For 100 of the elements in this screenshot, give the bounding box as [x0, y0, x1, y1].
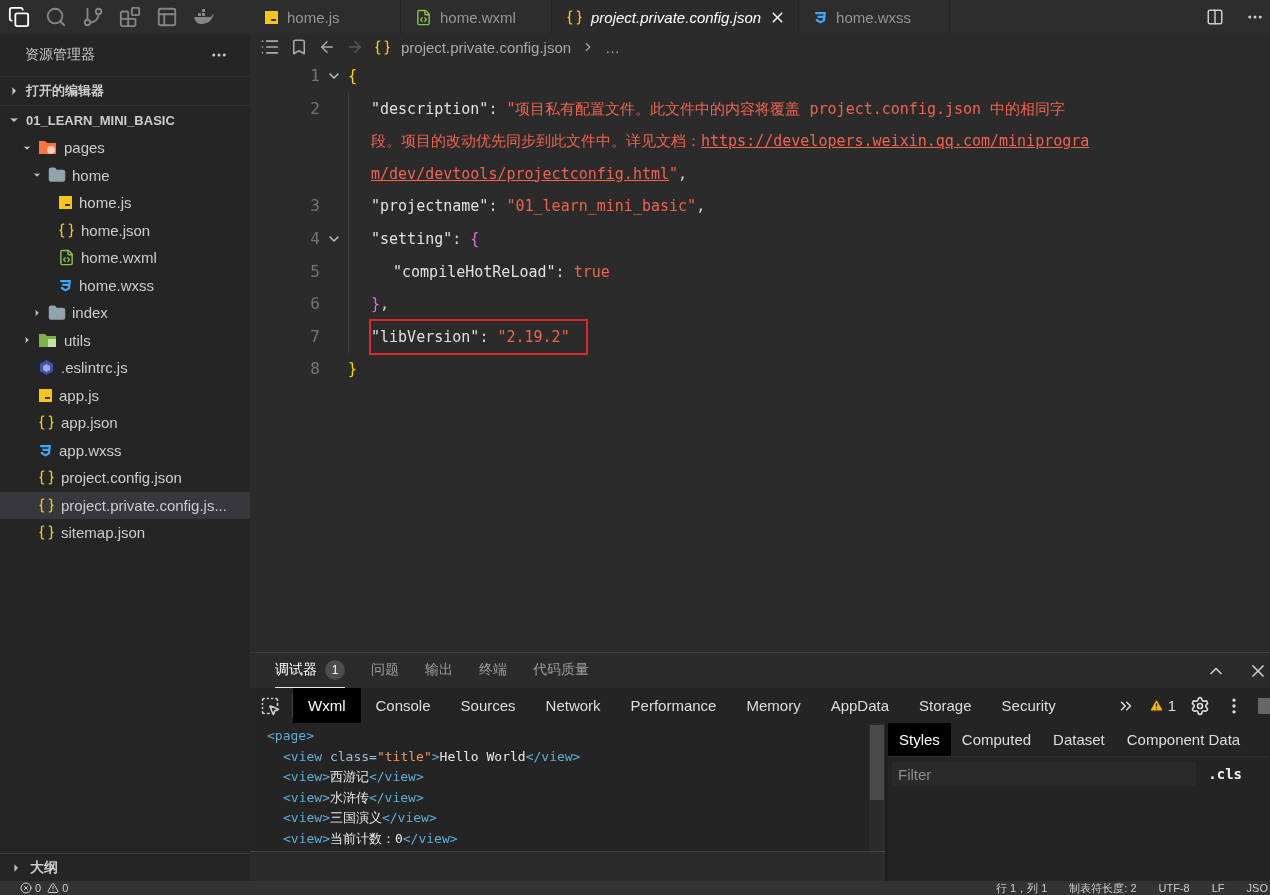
- highlighted-code-line: "libVersion": "2.19.2": [371, 320, 586, 354]
- panel-tab[interactable]: 问题: [371, 653, 399, 688]
- status-item[interactable]: 行 1，列 1: [996, 881, 1048, 895]
- line-number: 4: [309, 227, 320, 250]
- panel-tab[interactable]: 输出: [425, 653, 453, 688]
- split-editor-icon[interactable]: [1206, 8, 1224, 26]
- code-line: },: [371, 294, 390, 316]
- status-item[interactable]: LF: [1211, 881, 1225, 895]
- warning-count[interactable]: 0: [47, 881, 69, 895]
- braces-icon: [38, 496, 55, 514]
- devtools-tab[interactable]: Performance: [615, 688, 732, 723]
- js-file-icon: [38, 387, 53, 403]
- devtools-tab[interactable]: Console: [360, 688, 446, 723]
- count-badge: 1: [325, 660, 345, 680]
- whale-icon[interactable]: [193, 9, 215, 25]
- settings-icon[interactable]: [1190, 695, 1210, 716]
- status-item[interactable]: UTF-8: [1158, 881, 1190, 895]
- code-file-icon: [415, 8, 432, 26]
- cls-toggle[interactable]: .cls: [1208, 766, 1266, 782]
- file-tree-item[interactable]: index: [0, 299, 250, 327]
- markup-line: <view class="title">Hello World</view>: [282, 747, 582, 766]
- warning-count[interactable]: 1: [1148, 697, 1176, 714]
- code-file-icon: [58, 249, 75, 267]
- inspect-icon[interactable]: [260, 695, 280, 716]
- breadcrumb[interactable]: project.private.config.json: [401, 38, 572, 56]
- markup-line: <view>当前计数：0</view>: [282, 829, 459, 848]
- folder-icon: [38, 139, 58, 157]
- search-icon[interactable]: [45, 6, 67, 28]
- styles-tab[interactable]: Component Data: [1115, 723, 1252, 756]
- devtools-tab[interactable]: Storage: [904, 688, 987, 723]
- panel-icon[interactable]: [156, 6, 178, 28]
- file-tree-item[interactable]: home.wxss: [0, 271, 250, 299]
- file-tree-item[interactable]: app.js: [0, 381, 250, 409]
- list-icon[interactable]: [260, 37, 280, 57]
- file-tree-item[interactable]: home: [0, 161, 250, 189]
- sidebar-title: 资源管理器: [25, 46, 95, 64]
- js-file-icon: [58, 195, 73, 211]
- styles-tab[interactable]: Dataset: [1042, 723, 1116, 756]
- panel-tab[interactable]: 代码质量: [533, 653, 589, 688]
- file-tree-item[interactable]: app.wxss: [0, 436, 250, 464]
- file-tree-item[interactable]: pages: [0, 134, 250, 162]
- status-item[interactable]: JSO: [1246, 881, 1268, 895]
- braces-icon: [38, 414, 55, 432]
- folder-icon: [38, 331, 58, 349]
- code-line: "setting": {: [371, 228, 480, 250]
- file-tree-item[interactable]: utils: [0, 326, 250, 354]
- css-file-icon: [813, 9, 829, 25]
- section-header[interactable]: 打开的编辑器: [0, 76, 250, 105]
- file-tree-item[interactable]: home.wxml: [0, 244, 250, 272]
- devtools-tab[interactable]: Security: [986, 688, 1071, 723]
- code-line: "compileHotReLoad": true: [393, 261, 610, 283]
- file-tree-item[interactable]: .eslintrc.js: [0, 354, 250, 382]
- line-number: 3: [309, 195, 320, 218]
- scrollbar-thumb[interactable]: [870, 725, 884, 800]
- error-count[interactable]: 0: [20, 881, 42, 895]
- js-file-icon: [264, 9, 279, 25]
- files-icon[interactable]: [8, 6, 30, 28]
- braces-icon: [374, 38, 391, 56]
- line-number: 8: [309, 358, 320, 381]
- section-header[interactable]: 01_LEARN_MINI_BASIC: [0, 105, 250, 134]
- panel-tab[interactable]: 终端: [479, 653, 507, 688]
- styles-tab[interactable]: Styles: [888, 723, 951, 756]
- devtools-tab[interactable]: Network: [530, 688, 616, 723]
- line-number: 2: [309, 97, 320, 120]
- braces-icon: [58, 221, 75, 239]
- line-number: 1: [309, 65, 320, 87]
- braces-icon: [38, 524, 55, 542]
- braces-icon: [566, 8, 583, 26]
- css-file-icon: [58, 277, 73, 293]
- code-line: "projectname": "01_learn_mini_basic",: [371, 196, 706, 218]
- braces-icon: [38, 469, 55, 487]
- hexagon-icon: [38, 359, 55, 377]
- file-tree-item[interactable]: home.js: [0, 189, 250, 217]
- folder-icon: [48, 303, 66, 322]
- line-number: 5: [309, 260, 320, 283]
- css-file-icon: [38, 442, 53, 458]
- filter-field[interactable]: Filter: [892, 762, 1197, 786]
- dock-icon[interactable]: [1258, 695, 1270, 716]
- devtools-tab[interactable]: Wxml: [293, 688, 361, 723]
- devtools-tab[interactable]: Memory: [731, 688, 816, 723]
- markup-line: <view>西游记</view>: [282, 768, 425, 786]
- blocks-icon[interactable]: [119, 6, 141, 28]
- file-tree-item[interactable]: sitemap.json: [0, 519, 250, 547]
- file-tree-item[interactable]: project.private.config.js...: [0, 491, 250, 519]
- code-line: {: [348, 66, 358, 87]
- code-line: }: [348, 359, 358, 381]
- markup-line: <view>水浒传</view>: [282, 788, 425, 807]
- back-icon[interactable]: [318, 38, 336, 56]
- line-number: 7: [309, 325, 320, 348]
- devtools-tab[interactable]: Sources: [445, 688, 531, 723]
- breadcrumb[interactable]: …: [605, 38, 621, 56]
- branch-icon[interactable]: [82, 6, 104, 28]
- file-tree-item[interactable]: app.json: [0, 409, 250, 437]
- file-tree-item[interactable]: home.json: [0, 216, 250, 244]
- status-item[interactable]: 制表符长度: 2: [1069, 881, 1137, 895]
- line-number: 6: [309, 293, 320, 316]
- devtools-tab[interactable]: AppData: [815, 688, 904, 723]
- styles-tab[interactable]: Computed: [950, 723, 1043, 756]
- file-tree-item[interactable]: project.config.json: [0, 464, 250, 492]
- bookmark-icon[interactable]: [290, 38, 308, 56]
